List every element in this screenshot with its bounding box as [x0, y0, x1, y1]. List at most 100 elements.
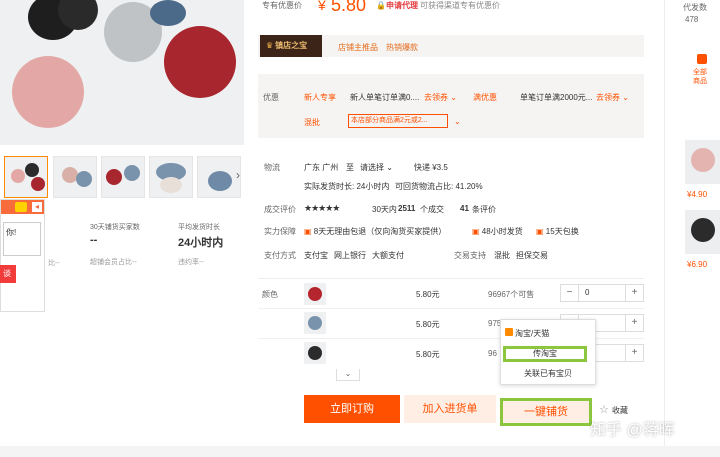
recommended-price: ¥6.90 — [687, 260, 708, 269]
shipping-retention: 可回货物流占比: 41.20% — [395, 182, 483, 191]
thumbnail-5[interactable] — [197, 156, 241, 198]
chat-header: ◂ — [1, 200, 44, 214]
lock-icon: 🔒 — [376, 1, 386, 10]
guarantee-return: ▣ 8天无理由包退（仅向淘货买家提供） — [304, 227, 447, 236]
stat-buyers-value: -- — [90, 234, 98, 246]
deals-prefix: 30天内 — [372, 205, 397, 214]
stat-ship-value: 24小时内 — [178, 237, 224, 249]
chevron-down-icon: ⌄ — [450, 93, 457, 102]
stat-ship-label: 平均发货时长 — [178, 224, 220, 231]
guarantee-label: 实力保障 — [264, 227, 296, 236]
close-icon[interactable]: ◂ — [32, 202, 42, 212]
watermark: 知乎 @蒋晖 — [590, 422, 675, 439]
deals-count: 2511 — [398, 204, 416, 213]
recommended-product[interactable] — [685, 210, 720, 254]
upload-taobao-option[interactable]: 传淘宝 — [503, 346, 587, 362]
trade-label: 交易支持 — [454, 251, 486, 260]
shop-desc: 店铺主推品 — [338, 43, 378, 52]
dropship-count-value: 478 — [685, 15, 699, 24]
sku-price: 5.80元 — [416, 290, 440, 299]
sku-stock: 96967个可售 — [488, 290, 535, 299]
payment-method: 大额支付 — [372, 251, 404, 260]
coupon-mix-box[interactable]: 本店部分商品满2元或2... — [348, 114, 448, 128]
chat-button[interactable]: 谈 — [0, 265, 16, 283]
expand-sku-toggle[interactable]: ⌄ — [336, 369, 360, 381]
favorite-label[interactable]: 收藏 — [612, 405, 628, 416]
review-suffix: 条评价 — [472, 205, 496, 214]
stat-buyers-sub: 超铺会员占比-- — [90, 259, 137, 266]
thumbnail-4[interactable] — [149, 156, 193, 198]
coupon-area: 优惠 新人专享 新人单笔订单满0.... 去领券 ⌄ 满优惠 单笔订单满2000… — [258, 74, 644, 138]
chevron-right-icon[interactable]: › — [236, 168, 240, 182]
crown-icon: ♛ — [266, 41, 274, 50]
coupon-new-user-tag: 新人专享 — [304, 93, 336, 102]
recommended-price: ¥4.90 — [687, 190, 708, 199]
payment-label: 支付方式 — [264, 251, 296, 260]
guarantee-icon: ▣ — [472, 227, 480, 236]
coupon-full-claim[interactable]: 去领券 ⌄ — [596, 92, 629, 103]
sku-stock: 96 — [488, 349, 497, 358]
deals-suffix: 个成交 — [420, 205, 444, 214]
reviews-label: 成交评价 — [264, 205, 296, 214]
recommended-product[interactable] — [685, 140, 720, 184]
buy-now-button[interactable]: 立即订购 — [304, 395, 400, 423]
sku-price: 5.80元 — [416, 350, 440, 359]
shop-badge: ♛ 镇店之宝 — [260, 35, 322, 57]
product-main-image[interactable] — [0, 0, 244, 145]
shield-icon — [15, 202, 27, 212]
guarantee-icon: ▣ — [304, 227, 312, 236]
shop-hot: 热销爆款 — [386, 43, 418, 52]
thumbnail-1[interactable] — [4, 156, 48, 198]
sku-thumbnail[interactable] — [304, 342, 326, 364]
minus-icon[interactable]: − — [561, 285, 579, 301]
right-sidebar: 代发数 478 全部商品 ¥4.90 ¥6.90 — [664, 0, 720, 457]
chat-input[interactable]: 你! — [3, 222, 41, 256]
coupon-mix-tag: 混批 — [304, 118, 320, 127]
all-products-link[interactable]: 全部商品 — [693, 68, 713, 86]
plus-icon[interactable]: + — [625, 285, 643, 301]
thumbnail-3[interactable] — [101, 156, 145, 198]
price-value: 5.80 — [331, 0, 367, 15]
coupon-new-user-text: 新人单笔订单满0.... — [350, 93, 420, 102]
shipping-label: 物流 — [264, 163, 280, 172]
apply-agent-link[interactable]: 🔒申请代理 — [376, 0, 418, 11]
price-currency: ¥ — [318, 0, 326, 13]
review-count[interactable]: 41 — [460, 204, 469, 213]
coupon-label: 优惠 — [263, 93, 279, 102]
sku-color-label: 颜色 — [262, 290, 278, 299]
sku-thumbnail[interactable] — [304, 312, 326, 334]
apply-agent-note: 可获得渠道专有优惠价 — [420, 1, 500, 10]
quantity-stepper[interactable]: − 0 + — [560, 284, 644, 302]
payment-method: 网上银行 — [334, 251, 366, 260]
shipping-from: 广东 广州 — [304, 163, 339, 172]
bottom-bar — [0, 446, 720, 457]
plus-icon[interactable]: + — [625, 345, 643, 361]
promo-price-label: 专有优惠价 — [262, 1, 302, 10]
popup-title: 淘宝/天猫 — [515, 329, 550, 338]
stat-buyers-label: 30天铺货买家数 — [90, 224, 140, 231]
one-click-distribute-button[interactable]: 一键铺货 — [500, 398, 592, 426]
chat-widget: ◂ 你! — [0, 199, 45, 312]
quantity-value[interactable]: 0 — [585, 288, 589, 297]
taobao-icon — [505, 328, 513, 336]
sku-price: 5.80元 — [416, 320, 440, 329]
guarantee-icon: ▣ — [536, 227, 544, 236]
sku-thumbnail[interactable] — [304, 283, 326, 305]
link-existing-option[interactable]: 关联已有宝贝 — [501, 368, 595, 379]
dropship-count-label: 代发数 — [683, 3, 707, 12]
chevron-down-icon[interactable]: ⌄ — [454, 117, 461, 126]
trade-method: 担保交易 — [516, 251, 548, 260]
thumbnail-2[interactable] — [53, 156, 97, 198]
add-to-stock-button[interactable]: 加入进货单 — [404, 395, 496, 423]
chevron-down-icon: ⌄ — [386, 163, 393, 172]
shipping-destination-select[interactable]: 请选择 ⌄ — [360, 162, 393, 173]
coupon-full-text: 单笔订单满2000元... — [520, 93, 593, 102]
star-icon[interactable]: ☆ — [599, 403, 609, 416]
plus-icon[interactable]: + — [625, 315, 643, 331]
trade-method: 混批 — [494, 251, 510, 260]
guarantee-exchange: ▣ 15天包换 — [536, 227, 579, 236]
coupon-full-tag: 满优惠 — [473, 93, 497, 102]
stat-left-sub: 比-- — [48, 260, 60, 267]
grid-icon[interactable] — [697, 54, 707, 64]
coupon-new-user-claim[interactable]: 去领券 ⌄ — [424, 92, 457, 103]
